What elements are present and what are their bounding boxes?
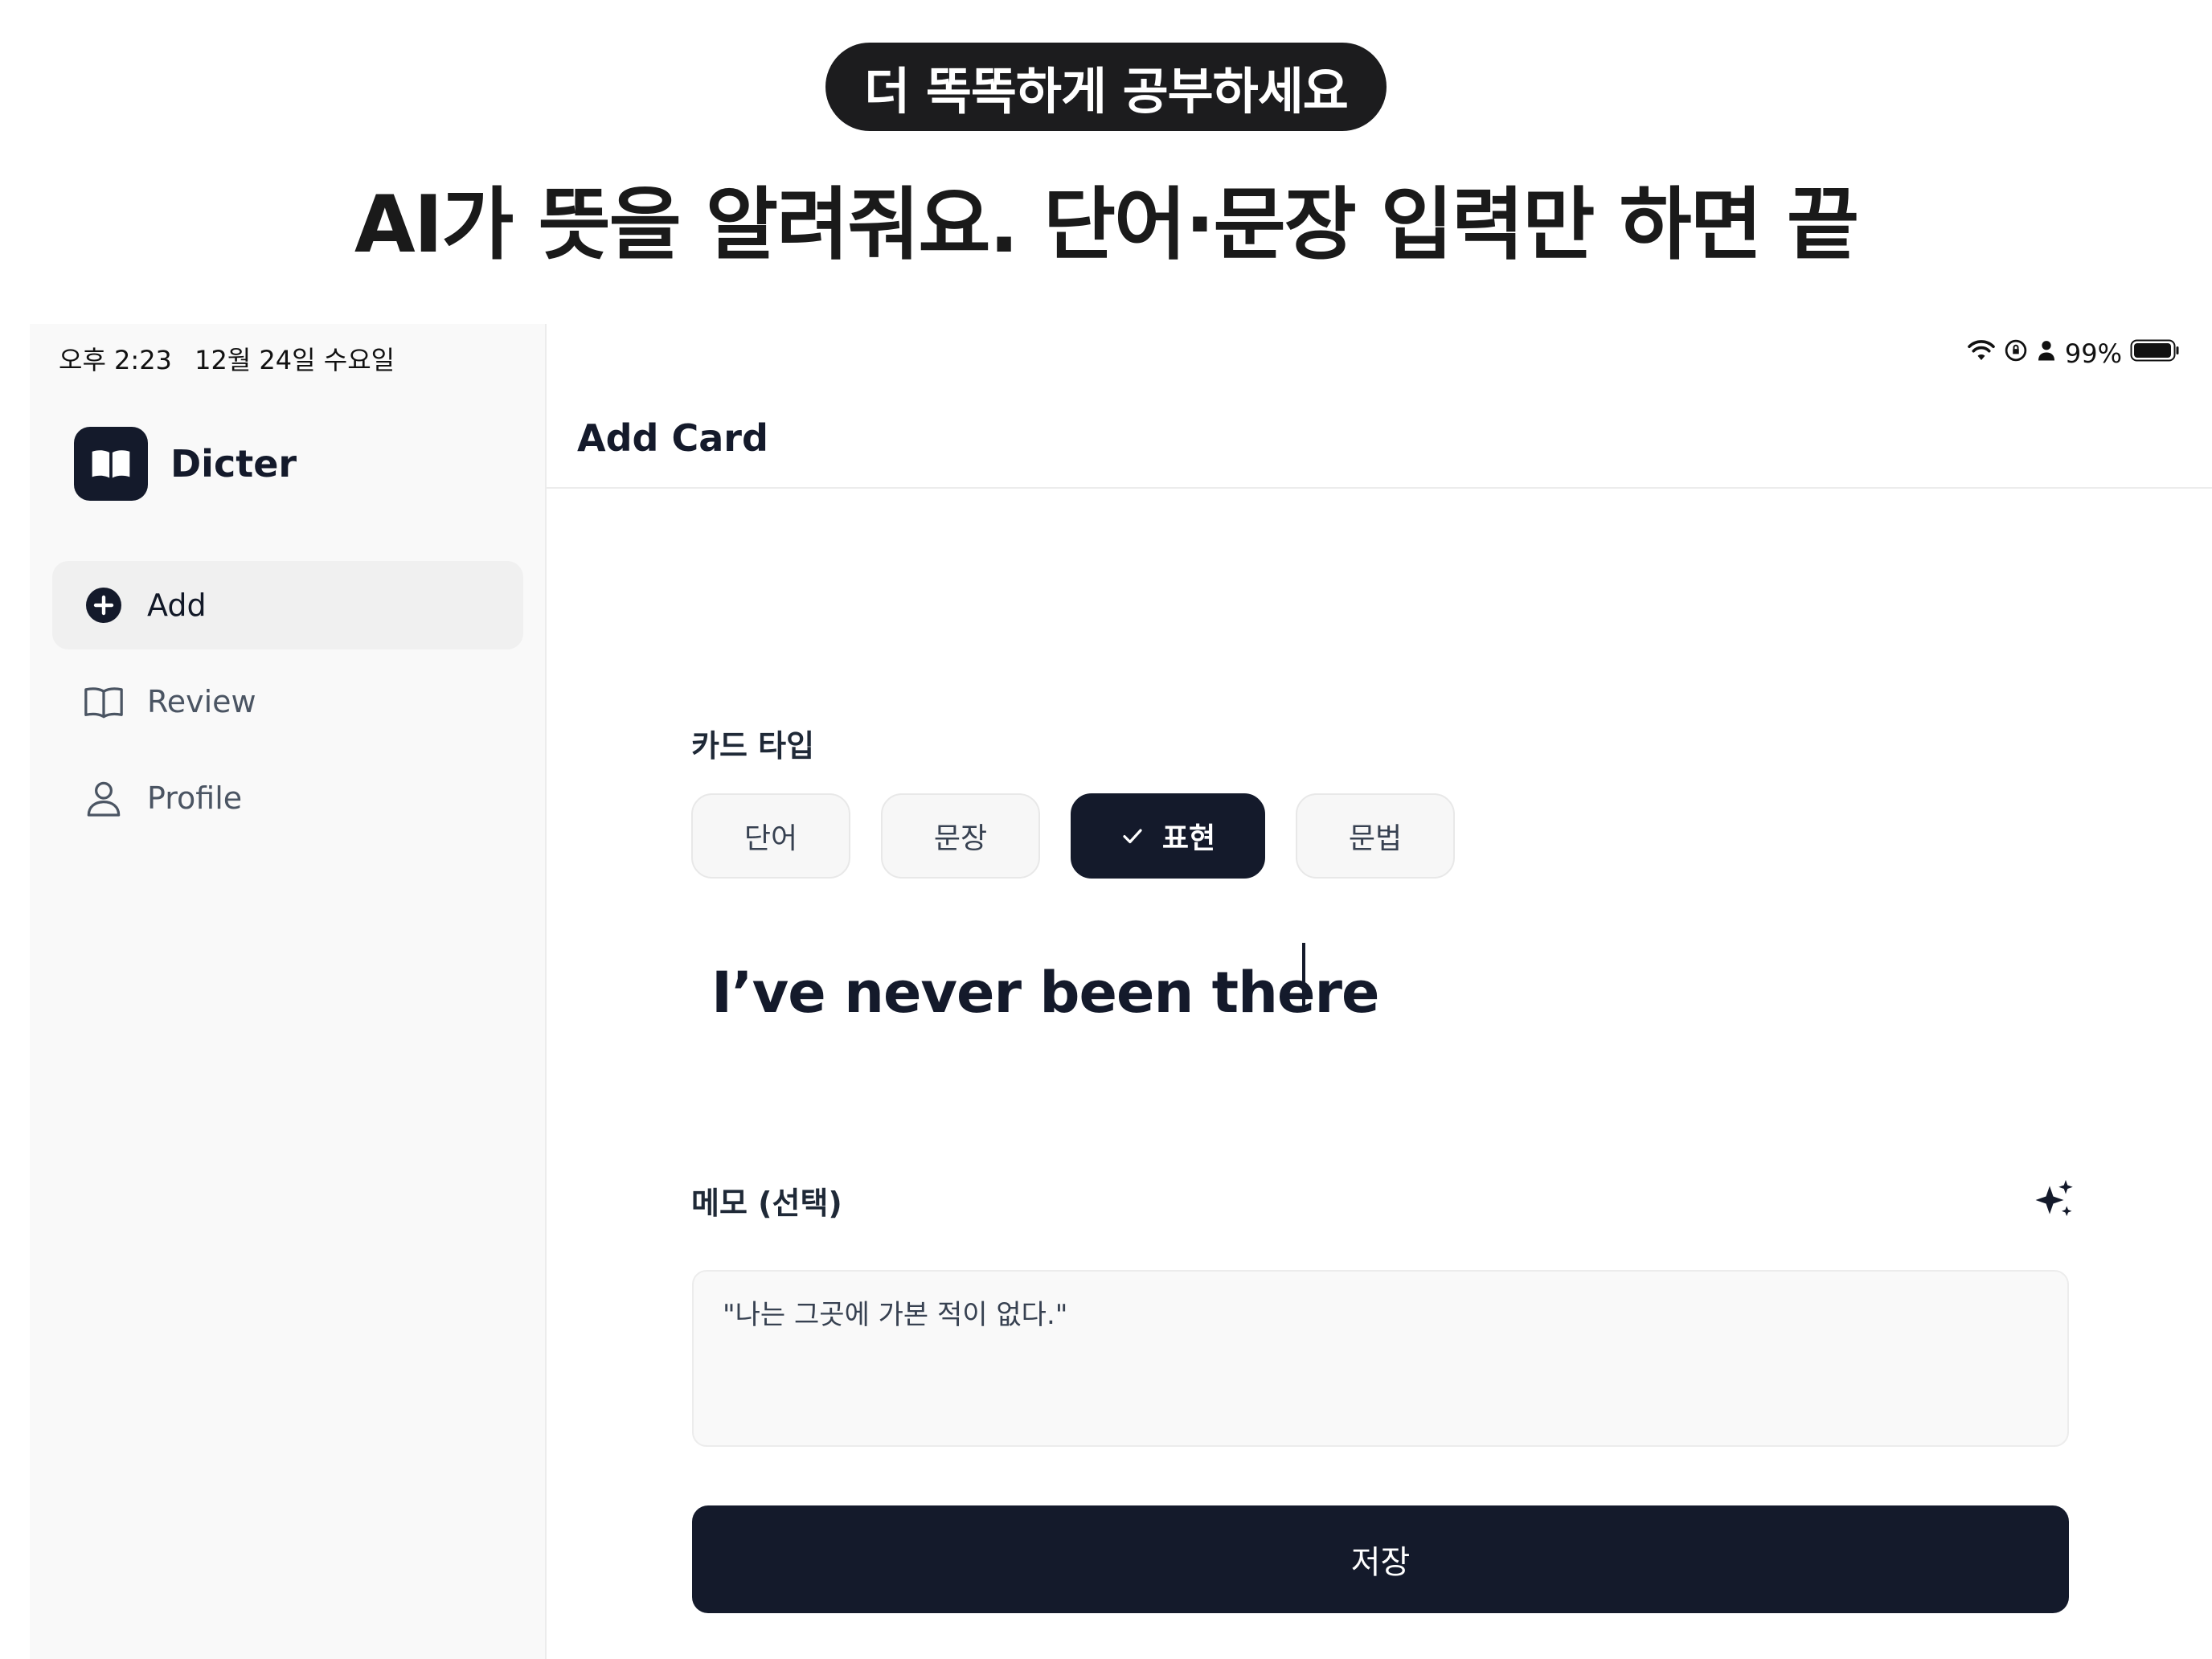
memo-label: 메모 (선택) [691, 1186, 842, 1221]
status-time-date: 오후 2:23 12월 24일 수요일 [59, 340, 409, 377]
sidebar-nav: Add Review Profile [52, 561, 523, 850]
checkmark-icon [1120, 824, 1145, 848]
card-type-label: 카드 타입 [691, 728, 815, 764]
term-input[interactable] [711, 944, 2078, 1041]
status-time: 오후 2:23 [59, 345, 172, 375]
battery-percent: 99% [2064, 338, 2122, 369]
person-icon [2036, 338, 2057, 369]
chip-label: 문법 [1348, 822, 1403, 855]
device-screen: 오후 2:23 12월 24일 수요일 Dicter Add Review Pr… [30, 324, 2212, 1659]
promo-pill: 더 똑똑하게 공부하세요 [825, 43, 1387, 131]
screen: 더 똑똑하게 공부하세요 AI가 뜻을 알려줘요. 단어·문장 입력만 하면 끝… [0, 0, 2212, 1659]
card-type-selector: 단어 문장 표현 문법 [691, 793, 1455, 879]
sidebar-item-label: Add [147, 588, 207, 623]
sidebar-item-review[interactable]: Review [52, 657, 523, 746]
chip-label: 표현 [1161, 822, 1216, 855]
save-button-label: 저장 [1350, 1544, 1411, 1581]
memo-textarea[interactable]: "나는 그곳에 가본 적이 없다." [692, 1270, 2069, 1447]
wifi-icon [1967, 338, 1996, 369]
promo-headline: AI가 뜻을 알려줘요. 단어·문장 입력만 하면 끝 [354, 179, 1859, 271]
chip-grammar[interactable]: 문법 [1296, 793, 1455, 879]
save-button[interactable]: 저장 [692, 1505, 2069, 1613]
status-date: 12월 24일 수요일 [195, 345, 395, 375]
battery-icon [2130, 338, 2180, 369]
chip-expression[interactable]: 표현 [1071, 793, 1265, 879]
chip-label: 단어 [743, 822, 798, 855]
chip-word[interactable]: 단어 [691, 793, 850, 879]
app-brand[interactable]: Dicter [74, 427, 297, 501]
page-title: Add Card [577, 416, 768, 460]
text-cursor [1302, 943, 1305, 1012]
app-name: Dicter [170, 442, 297, 485]
chip-sentence[interactable]: 문장 [881, 793, 1040, 879]
sidebar-item-label: Review [147, 684, 256, 719]
plus-circle-icon [81, 583, 126, 628]
sidebar-item-label: Profile [147, 780, 243, 816]
sidebar-item-add[interactable]: Add [52, 561, 523, 649]
sidebar: 오후 2:23 12월 24일 수요일 Dicter Add Review Pr… [30, 324, 547, 1659]
open-book-icon [74, 427, 148, 501]
top-bar: Add Card [547, 388, 2212, 489]
status-indicators: 99% [1967, 338, 2180, 369]
orientation-lock-icon [2004, 338, 2028, 369]
sparkles-icon[interactable] [2030, 1176, 2078, 1224]
person-icon [81, 776, 126, 821]
chip-label: 문장 [933, 822, 988, 855]
main-content: 99% Add Card 카드 타입 단어 문장 표현 문법 I’ve neve… [547, 324, 2212, 1659]
book-icon [81, 679, 126, 724]
sidebar-item-profile[interactable]: Profile [52, 754, 523, 842]
